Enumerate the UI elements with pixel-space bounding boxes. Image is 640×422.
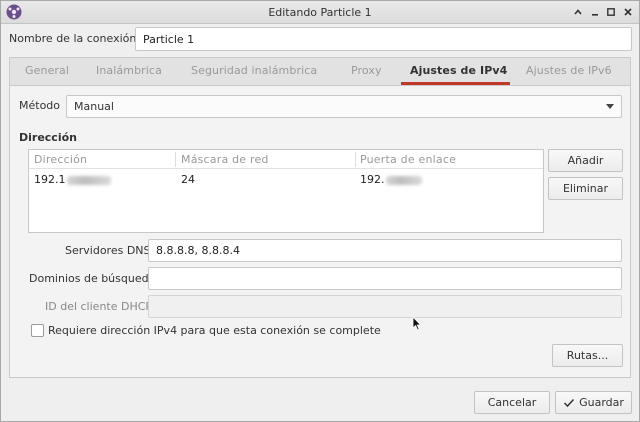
cancel-button[interactable]: Cancelar <box>474 391 550 414</box>
redacted-blur <box>385 175 422 185</box>
tab-wireless-security[interactable]: Seguridad inalámbrica <box>191 64 317 77</box>
column-separator <box>355 152 356 167</box>
dns-servers-input[interactable]: 8.8.8.8, 8.8.8.4 <box>148 239 622 262</box>
address-value: 192.1 <box>34 173 66 186</box>
search-domains-input[interactable] <box>148 267 622 290</box>
save-button-label: Guardar <box>579 396 624 409</box>
minimize-icon <box>592 14 598 16</box>
table-cell-gateway[interactable]: 192. <box>360 173 422 186</box>
add-address-button[interactable]: Añadir <box>548 149 623 172</box>
require-ipv4-label[interactable]: Requiere dirección IPv4 para que esta co… <box>48 324 381 337</box>
redacted-blur <box>66 175 111 185</box>
addresses-table-header: Dirección Máscara de red Puerta de enlac… <box>29 150 543 169</box>
tab-proxy[interactable]: Proxy <box>351 64 382 77</box>
delete-address-button[interactable]: Eliminar <box>548 177 623 200</box>
close-icon <box>624 8 632 16</box>
restore-button[interactable] <box>570 4 586 20</box>
maximize-icon <box>607 8 615 16</box>
column-separator <box>175 152 176 167</box>
column-header-gateway[interactable]: Puerta de enlace <box>360 153 456 166</box>
table-cell-address[interactable]: 192.1 <box>34 173 111 186</box>
mouse-pointer-icon <box>412 316 422 331</box>
tab-wireless[interactable]: Inalámbrica <box>96 64 162 77</box>
save-button[interactable]: Guardar <box>555 391 632 414</box>
close-button[interactable] <box>620 4 636 20</box>
method-select[interactable]: Manual <box>66 95 622 118</box>
routes-button[interactable]: Rutas... <box>552 344 623 367</box>
method-select-value: Manual <box>74 100 114 113</box>
dropdown-arrow-icon <box>606 104 614 109</box>
title-bar[interactable]: Editando Particle 1 <box>1 1 639 24</box>
dialog-window: Editando Particle 1 Nombre de la conexió… <box>0 0 640 422</box>
dns-servers-label: Servidores DNS <box>65 244 151 257</box>
checkmark-icon <box>564 398 575 407</box>
method-label: Método <box>19 99 61 112</box>
connection-name-input[interactable]: Particle 1 <box>135 27 632 51</box>
maximize-button[interactable] <box>603 4 619 20</box>
tab-bar: General Inalámbrica Seguridad inalámbric… <box>9 57 631 85</box>
column-header-address[interactable]: Dirección <box>34 153 87 166</box>
gateway-value: 192. <box>360 173 385 186</box>
minimize-button[interactable] <box>587 4 603 20</box>
connection-name-label: Nombre de la conexión <box>9 32 137 45</box>
tab-ipv4-settings[interactable]: Ajustes de IPv4 <box>410 64 507 77</box>
dhcp-client-id-input[interactable] <box>148 295 622 318</box>
search-domains-label: Dominios de búsqueda <box>29 272 156 285</box>
require-ipv4-checkbox[interactable] <box>31 324 44 337</box>
window-title: Editando Particle 1 <box>268 6 372 19</box>
tab-general[interactable]: General <box>25 64 69 77</box>
table-cell-netmask[interactable]: 24 <box>181 173 195 186</box>
addresses-section-title: Dirección <box>19 131 77 144</box>
dhcp-client-id-label: ID del cliente DHCP <box>45 300 153 313</box>
addresses-table[interactable]: Dirección Máscara de red Puerta de enlac… <box>28 149 544 233</box>
column-header-netmask[interactable]: Máscara de red <box>181 153 269 166</box>
chevron-up-icon <box>574 9 582 15</box>
tab-ipv6-settings[interactable]: Ajustes de IPv6 <box>526 64 612 77</box>
